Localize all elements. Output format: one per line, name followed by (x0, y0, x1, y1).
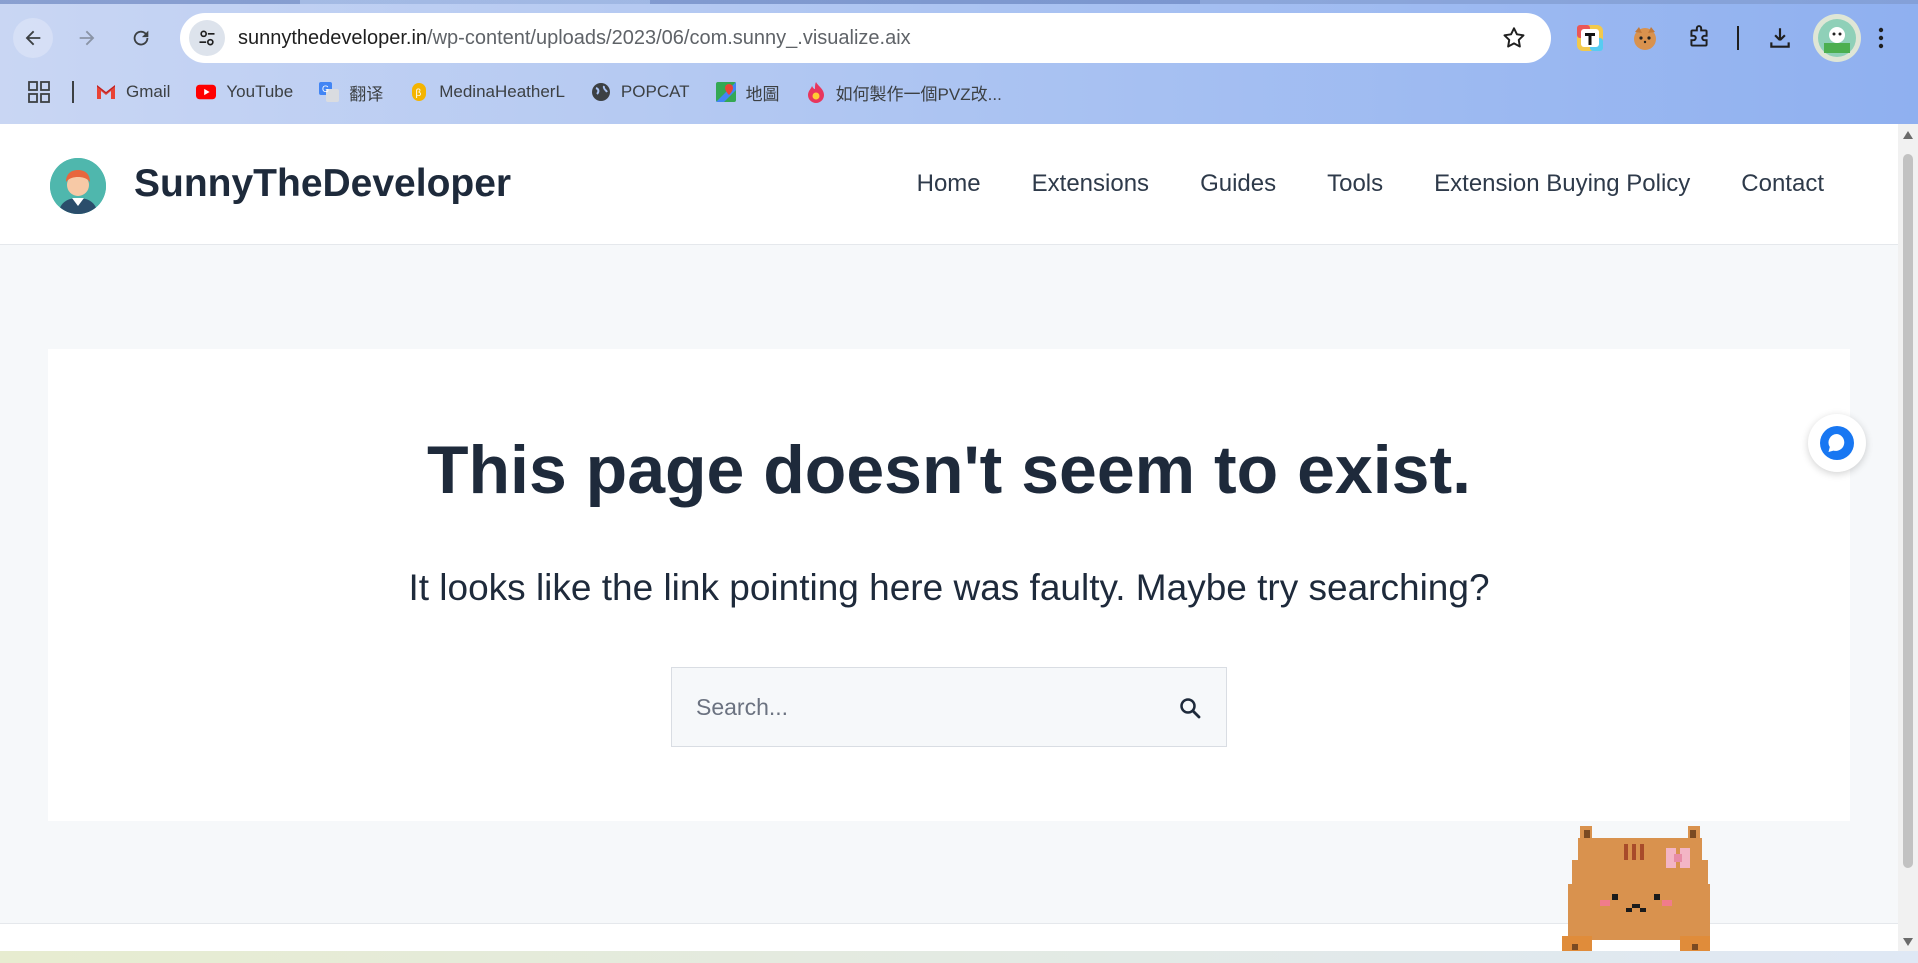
nav-item-extension-buying-policy[interactable]: Extension Buying Policy (1434, 170, 1690, 198)
bookmarks-divider (72, 81, 74, 103)
not-found-card: This page doesn't seem to exist. It look… (48, 349, 1850, 821)
chat-bubble-icon (1820, 426, 1854, 460)
url-host: sunnythedeveloper.in (238, 26, 428, 49)
bookmark-label: Gmail (126, 82, 171, 101)
tune-icon (199, 30, 215, 46)
url-path: /wp-content/uploads/2023/06/com.sunny_.v… (427, 26, 911, 49)
bookmarks-bar: Gmail YouTube G 翻译 β MedinaHeatherL POPC… (0, 76, 1028, 108)
gmail-icon (96, 82, 116, 102)
back-button[interactable] (13, 18, 53, 58)
extensions-button[interactable] (1681, 20, 1717, 56)
puzzle-icon (1690, 25, 1708, 47)
nav-item-guides[interactable]: Guides (1200, 170, 1276, 198)
page-title: This page doesn't seem to exist. (426, 432, 1471, 508)
chat-widget-button[interactable] (1808, 414, 1866, 472)
bookmark-maps[interactable]: 地圖 (715, 80, 780, 105)
search-icon (1180, 698, 1201, 719)
browser-menu-button[interactable] (1870, 20, 1892, 56)
profile-avatar-icon (1818, 19, 1856, 57)
search-form (671, 667, 1227, 747)
site-header: SunnyTheDeveloper Home Extensions Guides… (0, 124, 1898, 245)
url-text[interactable]: sunnythedeveloper.in/wp-content/uploads/… (238, 27, 911, 50)
tab-strip-edge (0, 0, 1918, 4)
svg-text:β: β (416, 88, 422, 99)
extension-t-button[interactable] (1572, 20, 1608, 56)
bookmark-pvz[interactable]: 如何製作一個PVZ改... (806, 80, 1002, 105)
arrow-left-icon (25, 30, 41, 46)
developer-avatar-icon (50, 158, 106, 214)
more-vert-icon (1878, 27, 1884, 49)
bookmark-label: 如何製作一個PVZ改... (835, 84, 1002, 104)
svg-text:G: G (322, 84, 329, 94)
pixel-cat-icon (1562, 826, 1712, 951)
forward-button[interactable] (67, 18, 107, 58)
globe-icon (591, 82, 611, 102)
nav-item-home[interactable]: Home (917, 170, 981, 198)
star-icon (1503, 27, 1525, 48)
apps-grid-icon[interactable] (28, 81, 50, 103)
youtube-icon (196, 82, 217, 102)
error-message: It looks like the link pointing here was… (408, 567, 1490, 608)
cat-extension-icon (1634, 27, 1656, 50)
bookmark-label: 翻译 (349, 84, 384, 104)
page-scrollbar[interactable] (1898, 124, 1918, 951)
bookmark-site-icon: β (409, 82, 429, 102)
download-icon (1770, 28, 1790, 48)
pixel-cat-mascot[interactable] (1562, 824, 1712, 951)
bookmark-medinaheatherl[interactable]: β MedinaHeatherL (409, 82, 565, 102)
bookmark-translate[interactable]: G 翻译 (319, 80, 383, 105)
bookmark-label: MedinaHeatherL (439, 82, 565, 101)
downloads-button[interactable] (1762, 20, 1798, 56)
t-extension-icon (1577, 25, 1603, 51)
search-input[interactable] (672, 693, 1142, 721)
reload-button[interactable] (121, 18, 161, 58)
profile-button[interactable] (1813, 14, 1861, 62)
reload-icon (133, 30, 149, 46)
bookmark-label: POPCAT (620, 82, 690, 101)
bookmark-star-button[interactable] (1501, 25, 1527, 56)
scroll-down-arrow-icon (1903, 938, 1913, 946)
bookmark-label: YouTube (226, 82, 294, 101)
address-bar[interactable]: sunnythedeveloper.in/wp-content/uploads/… (180, 13, 1551, 63)
bookmark-gmail[interactable]: Gmail (96, 82, 170, 102)
search-button[interactable] (1176, 694, 1204, 722)
arrow-right-icon (79, 30, 95, 46)
primary-nav: Home Extensions Guides Tools Extension B… (917, 170, 1824, 198)
scroll-up-arrow-icon (1903, 131, 1913, 139)
web-page: SunnyTheDeveloper Home Extensions Guides… (0, 124, 1898, 951)
nav-item-tools[interactable]: Tools (1327, 170, 1383, 198)
bookmark-label: 地圖 (745, 84, 780, 104)
bookmark-youtube[interactable]: YouTube (196, 82, 293, 102)
site-title[interactable]: SunnyTheDeveloper (134, 162, 511, 206)
toolbar-divider (1737, 26, 1739, 50)
nav-item-extensions[interactable]: Extensions (1032, 170, 1149, 198)
scrollbar-thumb[interactable] (1903, 154, 1913, 868)
browser-chrome: sunnythedeveloper.in/wp-content/uploads/… (0, 0, 1918, 124)
extension-cat-button[interactable] (1627, 20, 1663, 56)
site-logo[interactable] (50, 158, 106, 214)
nav-item-contact[interactable]: Contact (1741, 170, 1824, 198)
window-bottom-edge (0, 951, 1918, 963)
maps-icon (715, 82, 736, 102)
bookmark-popcat[interactable]: POPCAT (591, 82, 690, 102)
site-info-button[interactable] (189, 20, 225, 56)
translate-icon: G (319, 82, 340, 102)
flame-icon (806, 82, 826, 103)
